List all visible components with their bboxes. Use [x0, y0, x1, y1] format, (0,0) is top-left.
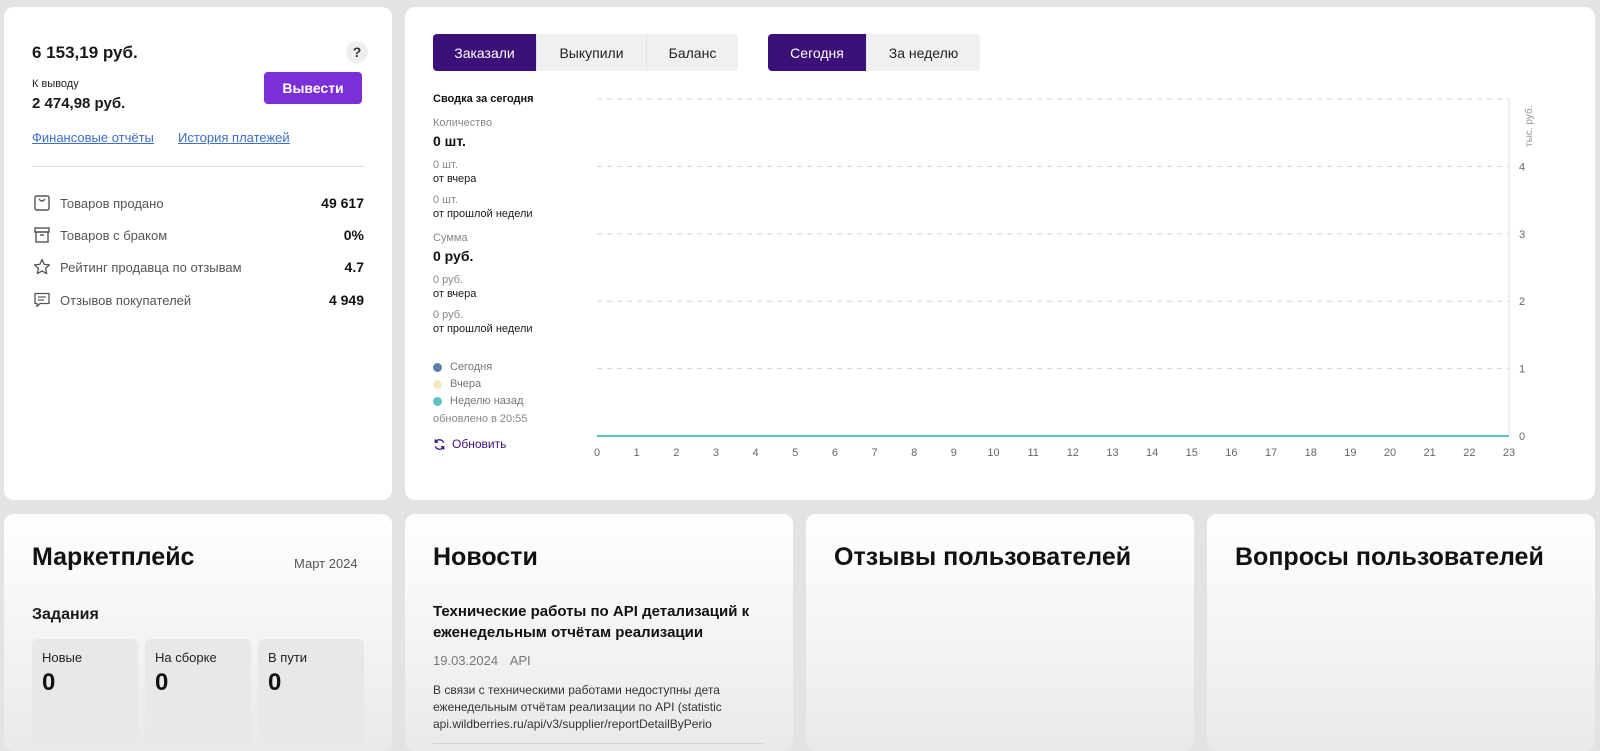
x-tick-label: 4: [753, 447, 759, 459]
questions-card: Вопросы пользователей: [1207, 514, 1595, 751]
x-tick-label: 1: [634, 447, 640, 459]
x-tick-label: 11: [1027, 447, 1038, 459]
stat-value: 4 949: [328, 292, 364, 308]
task-label: В пути: [268, 650, 308, 665]
x-tick-label: 6: [832, 447, 838, 459]
stat-value: 4.7: [344, 259, 364, 275]
news-body-line: В связи с техническими работами недоступ…: [433, 683, 720, 697]
withdraw-button[interactable]: Вывести: [264, 72, 362, 104]
x-tick-label: 15: [1186, 447, 1198, 459]
news-date: 19.03.2024: [433, 653, 499, 668]
stat-label: Отзывов покупателей: [60, 292, 192, 308]
chat-icon: [32, 290, 52, 310]
stat-label: Товаров продано: [60, 195, 164, 211]
task-new[interactable]: Новые 0: [32, 639, 138, 747]
task-label: На сборке: [155, 650, 217, 665]
x-tick-label: 16: [1225, 447, 1237, 459]
news-headline[interactable]: Технические работы по API детализаций к …: [433, 601, 763, 643]
y-tick-label: 3: [1519, 229, 1525, 241]
stat-row-reviews: Отзывов покупателей 4 949: [32, 288, 364, 312]
payment-history-link[interactable]: История платежей: [178, 130, 290, 145]
x-tick-label: 13: [1106, 447, 1118, 459]
task-count: 0: [155, 669, 169, 696]
line-chart: 01234тыс. руб.0 1 2 3 4 5 6 7 8 9 10 11 12 13 14 15 16 17…: [594, 98, 1535, 459]
y-tick-label: 0: [1519, 431, 1525, 443]
bag-icon: [32, 193, 52, 213]
x-tick-label: 9: [951, 447, 957, 459]
stat-value: 49 617: [321, 195, 364, 211]
marketplace-title: Маркетплейс: [32, 543, 195, 571]
y-axis-label: тыс. руб.: [1523, 106, 1535, 147]
x-tick-label: 19: [1344, 447, 1356, 459]
financial-reports-link[interactable]: Финансовые отчёты: [32, 130, 154, 145]
news-title: Новости: [433, 543, 538, 571]
divider: [433, 743, 763, 744]
stat-row-sold: Товаров продано 49 617: [32, 191, 364, 215]
box-icon: [32, 225, 52, 245]
tasks-title: Задания: [32, 606, 99, 623]
x-tick-label: 12: [1067, 447, 1079, 459]
marketplace-card: Маркетплейс Март 2024 Задания Новые 0 На…: [4, 514, 392, 751]
task-in-transit[interactable]: В пути 0: [258, 639, 364, 747]
stat-label: Товаров с браком: [60, 227, 168, 243]
x-tick-label: 10: [987, 447, 999, 459]
star-icon: [32, 257, 52, 277]
help-icon[interactable]: ?: [346, 41, 368, 63]
reviews-card: Отзывы пользователей: [806, 514, 1194, 751]
x-tick-label: 22: [1463, 447, 1475, 459]
task-count: 0: [268, 669, 282, 696]
reviews-title: Отзывы пользователей: [834, 543, 1132, 571]
withdraw-amount: 2 474,98 руб.: [32, 95, 126, 112]
x-tick-label: 7: [872, 447, 878, 459]
x-tick-label: 17: [1265, 447, 1277, 459]
chart-card: Заказали Выкупили Баланс Сегодня За неде…: [405, 7, 1595, 500]
x-tick-label: 18: [1305, 447, 1317, 459]
divider: [32, 166, 364, 167]
y-tick-label: 4: [1519, 161, 1525, 173]
stat-row-defect: Товаров с браком 0%: [32, 223, 364, 247]
questions-title: Вопросы пользователей: [1235, 543, 1544, 571]
x-tick-label: 21: [1424, 447, 1436, 459]
task-assembly[interactable]: На сборке 0: [145, 639, 251, 747]
x-tick-label: 0: [594, 447, 600, 459]
task-count: 0: [42, 669, 56, 696]
news-tag: API: [509, 653, 531, 668]
news-meta: 19.03.2024 API: [433, 653, 531, 668]
balance-card: 6 153,19 руб. ? К выводу 2 474,98 руб. В…: [4, 7, 392, 500]
x-tick-label: 23: [1503, 447, 1515, 459]
month-label: Март 2024: [294, 556, 358, 571]
x-tick-label: 20: [1384, 447, 1396, 459]
balance-total: 6 153,19 руб.: [32, 43, 138, 62]
x-tick-label: 5: [792, 447, 798, 459]
task-label: Новые: [42, 650, 83, 665]
x-tick-label: 3: [713, 447, 719, 459]
stat-row-rating: Рейтинг продавца по отзывам 4.7: [32, 255, 364, 279]
x-tick-label: 2: [673, 447, 679, 459]
news-body-line: еженедельным отчётам реализации по API (…: [433, 700, 722, 714]
x-tick-label: 14: [1146, 447, 1158, 459]
stat-value: 0%: [343, 227, 364, 243]
news-body-line: api.wildberries.ru/api/v3/supplier/repor…: [433, 717, 712, 731]
news-card: Новости Технические работы по API детали…: [405, 514, 793, 751]
stat-label: Рейтинг продавца по отзывам: [60, 259, 242, 275]
y-tick-label: 1: [1519, 364, 1525, 376]
y-tick-label: 2: [1519, 296, 1525, 308]
x-tick-label: 8: [911, 447, 917, 459]
news-body: В связи с техническими работами недоступ…: [433, 682, 771, 733]
withdraw-label: К выводу: [32, 78, 79, 90]
